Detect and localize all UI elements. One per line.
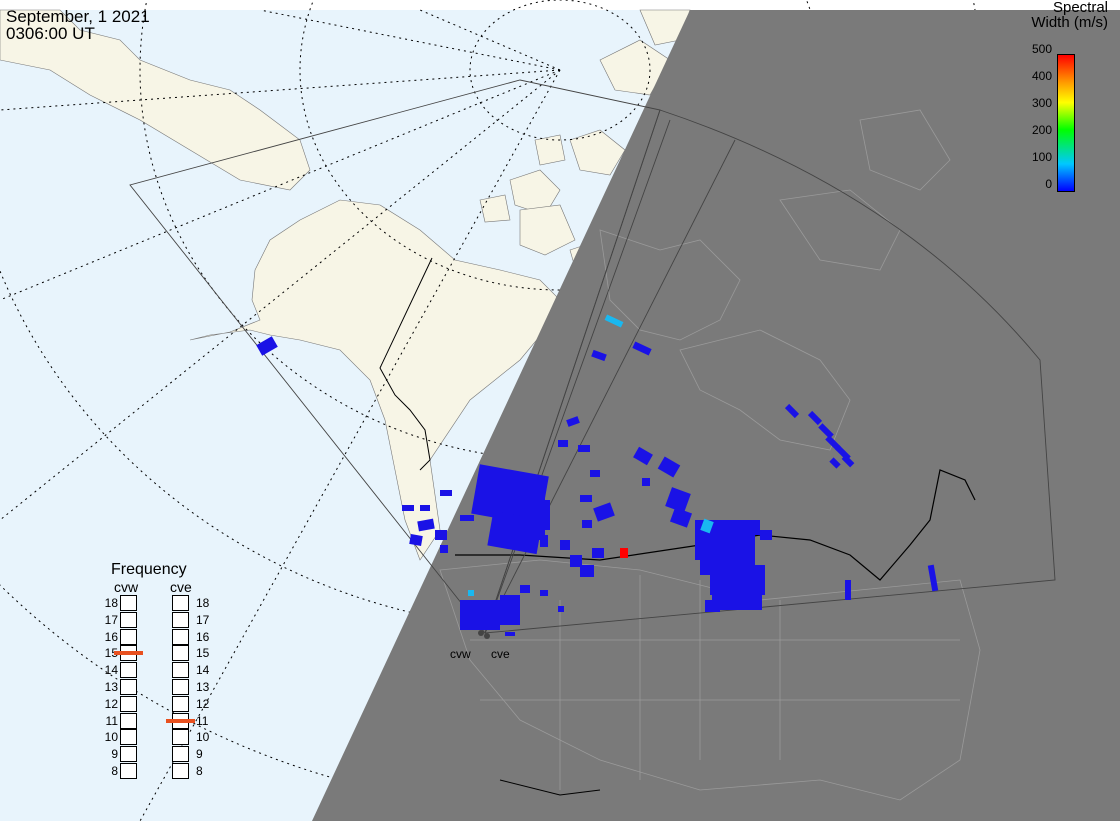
frequency-cell [120,746,137,763]
frequency-cell [172,645,189,662]
backscatter-cell [580,565,594,577]
radar-label-cvw: cvw [114,579,139,595]
backscatter-cell [505,632,515,636]
frequency-level-label: 18 [196,596,210,610]
frequency-level-label: 8 [196,764,203,778]
frequency-level-label: 15 [196,646,210,661]
colorbar-tick-label: 200 [1031,123,1052,137]
backscatter-cell [468,590,474,596]
frequency-cell [172,746,189,763]
frequency-cell [172,595,189,611]
backscatter-cell [845,580,851,600]
colorbar-title: Spectral Width (m/s) [1031,0,1108,30]
frequency-cell [120,662,137,679]
backscatter-cell [402,505,414,511]
backscatter-cell [435,530,447,540]
backscatter-cell [520,585,530,593]
backscatter-cell [460,515,474,521]
radar-site-cve [484,633,490,639]
backscatter-cell [540,535,548,547]
colorbar-tick-label: 500 [1031,42,1052,56]
frequency-level-label: 12 [104,696,118,711]
backscatter-cell [540,590,548,596]
colorbar-tick-label: 100 [1031,150,1052,164]
frequency-cell [172,729,189,746]
colorbar-tick-label: 0 [1045,177,1052,191]
frequency-cell [172,611,189,628]
frequency-cell [172,628,189,645]
backscatter-cell [745,600,755,610]
frequency-cell [120,611,137,628]
frequency-cell [120,628,137,645]
frequency-level-label: 14 [196,663,210,678]
time-label: 0306:00 UT [6,24,95,43]
radar-site-cvw [478,630,484,636]
backscatter-cell [558,606,564,612]
backscatter-cell [440,545,448,553]
backscatter-cell [560,540,570,550]
frequency-level-label: 8 [111,764,118,778]
frequency-level-label: 14 [104,663,118,678]
radar-label-cve: cve [170,579,192,595]
frequency-cell [120,595,137,611]
frequency-cell [120,712,137,729]
frequency-level-label: 10 [196,730,210,745]
site-label-cvw: cvw [450,647,471,661]
colorbar-tick-label: 300 [1031,96,1052,110]
frequency-level-label: 12 [196,696,210,711]
backscatter-cell [558,440,568,447]
backscatter-cell [590,470,600,477]
timestamp: September, 1 2021 0306:00 UT [6,8,150,42]
frequency-indicator-cve [166,718,195,723]
frequency-level-label: 10 [104,730,118,745]
frequency-level-label: 16 [104,629,118,644]
frequency-level-label: 9 [111,747,118,762]
frequency-cell [172,763,189,779]
frequency-level-label: 11 [196,713,209,728]
backscatter-cell [540,500,550,530]
frequency-level-label: 17 [104,612,118,627]
frequency-level-label: 16 [196,629,210,644]
frequency-title: Frequency [111,561,187,578]
frequency-cell [120,695,137,712]
frequency-level-label: 18 [104,596,118,610]
backscatter-cell [582,520,592,528]
backscatter-cell [420,505,430,511]
frequency-level-label: 13 [104,680,118,694]
map-viewer: September, 1 2021 0306:00 UT Spectral Wi… [0,0,1120,821]
frequency-cell [172,662,189,679]
backscatter-cell [500,595,520,625]
colorbar [1057,54,1075,192]
frequency-indicator-cvw [114,651,143,656]
polar-map [0,0,1120,821]
backscatter-cell [578,445,590,452]
backscatter-cell [440,490,452,496]
date-label: September, 1 2021 [6,7,150,26]
colorbar-tick-label: 400 [1031,69,1052,83]
frequency-level-label: 11 [105,713,118,728]
frequency-cell [120,763,137,779]
backscatter-cell [592,548,604,558]
backscatter-cell [740,520,760,535]
backscatter-cell [580,495,592,502]
frequency-cell [120,679,137,695]
frequency-level-label: 9 [196,747,203,762]
colorbar-title-line1: Spectral [1052,0,1108,16]
frequency-level-label: 13 [196,680,210,694]
backscatter-cell [460,600,500,630]
site-label-cve: cve [491,647,510,661]
backscatter-cell [620,548,628,558]
frequency-cell [120,729,137,746]
frequency-cell [172,679,189,695]
backscatter-cell [760,530,772,540]
colorbar-title-line2: Width (m/s) [1031,14,1108,31]
backscatter-cell [409,534,423,546]
backscatter-cell [705,600,720,612]
backscatter-cell [642,478,650,486]
frequency-cell [172,695,189,712]
frequency-level-label: 17 [196,612,210,627]
